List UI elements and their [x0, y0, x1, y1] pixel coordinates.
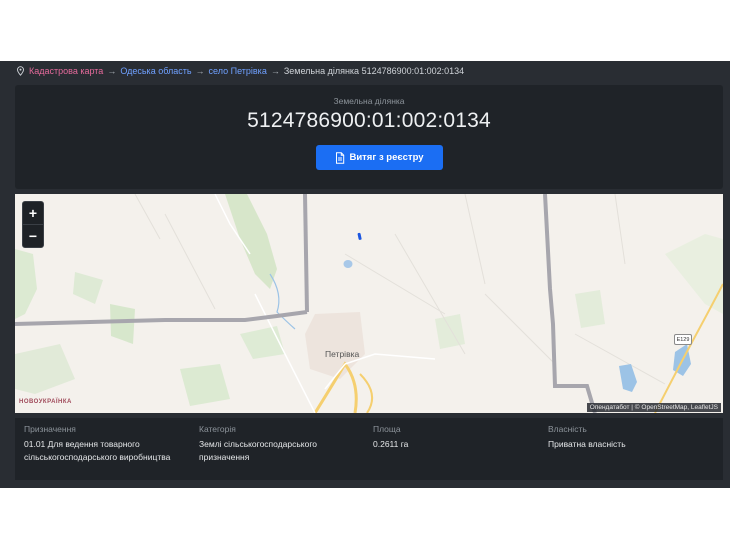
detail-value: Землі сільськогосподарського призначення	[199, 439, 317, 462]
extract-button-label: Витяг з реєстру	[349, 152, 424, 163]
breadcrumb-separator: →	[270, 66, 280, 76]
map-attribution[interactable]: Опендатабот | © OpenStreetMap, LeafletJS	[586, 403, 721, 412]
map-region-label: НОВОУКРАЇНКА	[19, 399, 72, 405]
map-view[interactable]: + − Петрівка НОВОУКРАЇНКА Е129 Опендатаб…	[15, 194, 723, 413]
detail-category: Категорія Землі сільськогосподарського п…	[199, 424, 339, 464]
breadcrumb-current: Земельна ділянка 5124786900:01:002:0134	[283, 66, 465, 76]
breadcrumb-link-village[interactable]: село Петрівка	[209, 66, 267, 76]
parcel-header-card: Земельна ділянка 5124786900:01:002:0134 …	[15, 85, 723, 189]
detail-area: Площа 0.2611 га	[373, 424, 523, 451]
map-town-label: Петрівка	[325, 349, 360, 359]
page-title: 5124786900:01:002:0134	[247, 109, 491, 132]
breadcrumb: Кадастрова карта → Одеська область → сел…	[16, 62, 464, 80]
zoom-out-button[interactable]: −	[23, 224, 43, 247]
detail-label: Призначення	[24, 424, 76, 434]
breadcrumb-separator: →	[195, 66, 205, 76]
detail-label: Площа	[373, 424, 401, 434]
detail-value: 01.01 Для ведення товарного сільськогосп…	[24, 439, 171, 462]
breadcrumb-link-region[interactable]: Одеська область	[120, 66, 191, 76]
parcel-details: Призначення 01.01 Для ведення товарного …	[15, 418, 723, 480]
zoom-control: + −	[22, 201, 44, 248]
detail-ownership: Власність Приватна власність	[548, 424, 708, 451]
map-tiles	[15, 194, 723, 413]
detail-label: Власність	[548, 424, 587, 434]
detail-value: 0.2611 га	[373, 439, 409, 449]
detail-label: Категорія	[199, 424, 236, 434]
document-icon	[336, 151, 345, 164]
road-shield: Е129	[674, 334, 692, 345]
breadcrumb-separator: →	[107, 66, 117, 76]
parcel-subtitle: Земельна ділянка	[333, 96, 405, 106]
breadcrumb-link-cadastral-map[interactable]: Кадастрова карта	[29, 66, 103, 76]
zoom-in-button[interactable]: +	[23, 202, 43, 224]
location-pin-icon	[17, 66, 24, 76]
extract-button[interactable]: Витяг з реєстру	[316, 145, 443, 170]
detail-purpose: Призначення 01.01 Для ведення товарного …	[24, 424, 189, 464]
detail-value: Приватна власність	[548, 439, 626, 449]
